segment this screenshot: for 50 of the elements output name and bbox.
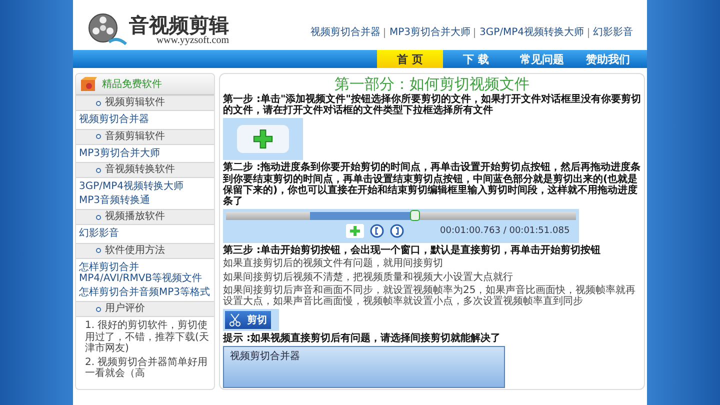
sidebar-link[interactable]: 3GP/MP4视频转换大师 <box>79 181 212 192</box>
bullet-icon <box>96 134 101 139</box>
nav-tab[interactable]: 首 页 <box>377 50 443 68</box>
step-instruction: 提示 :如果视频直接剪切后有问题，请选择间接剪切就能解决了 <box>223 333 502 344</box>
article-title: 第一部分：如何剪切视频文件 <box>334 75 530 93</box>
section-heading: 视频播放软件 <box>105 212 165 222</box>
section-heading: 音频剪辑软件 <box>105 132 165 142</box>
bullet-icon <box>96 168 101 172</box>
nav-tab[interactable]: 下 载 <box>443 50 509 68</box>
user-comment: 2. 视频剪切合并器简单好用一看就会（高 <box>84 356 209 380</box>
sidebar-link[interactable]: MP3剪切合并大师 <box>79 148 212 159</box>
section-heading: 软件使用方法 <box>105 246 165 256</box>
sidebar-title: 精品免费软件 <box>102 78 162 91</box>
sidebar-link[interactable]: 怎样剪切合并MP4/AVI/RMVB等视频文件 <box>79 262 212 284</box>
note-text: 如果间接剪切后声音和画面不同步，就设置视频帧率为25，如果声音比画面快，视频帧率就再设置大点，如果声音比画面慢，视频帧率就设置小点，多次设置视频帧率直到同步 <box>223 284 637 308</box>
dialog-title: 视频剪切合并器 <box>229 350 301 364</box>
nav-tab[interactable]: 赞助我们 <box>575 50 641 68</box>
step-instruction: 第一步 :单击"添加视频文件"按钮选择你所要剪切的文件，如果打开文件对话框里没有你要剪切的文件，请在打开文件对话框的文件类型下拉框选择所有文件 <box>223 94 641 116</box>
step-instruction: 第二步 :拖动进度条到你要开始剪切的时间点，再单击设置开始剪切点按钮，然后再拖动进度条到你要结束剪切的时间点，再单击设置结束剪切点按钮，中间蓝色部分就是剪切出来的(也就是保留下来的)，你也可以直接在开始和结束剪切编辑框里输入剪切时间段，这样就不用拖动进度条了 <box>223 162 641 208</box>
section-heading: 音视频转换软件 <box>105 165 175 175</box>
step-instruction: 第三步 :单击开始剪切按钮，会出现一个窗口，默认是直接剪切，再单击开始剪切按钮 <box>223 245 602 256</box>
note-text: 如果直接剪切后的视频文件有问题，就用间接剪切 <box>223 258 444 270</box>
sidebar-link[interactable]: MP3音频转换通 <box>79 194 212 206</box>
bracket-end-icon <box>390 224 404 238</box>
plus-icon <box>253 129 273 150</box>
header-link[interactable]: 幻影影音 <box>588 28 637 38</box>
note-text: 如果间接剪切后视频不清楚，把视频质量和视频大小设置大点就行 <box>223 272 514 283</box>
sidebar-link[interactable]: 怎样剪切合并音频MP3等格式 <box>79 286 212 298</box>
sidebar-link[interactable]: 幻影影音 <box>79 228 212 240</box>
header-link[interactable]: 视频剪切合并器 <box>306 28 384 38</box>
header-link[interactable]: MP3剪切合并大师 <box>384 28 474 38</box>
header-link[interactable]: 3GP/MP4视频转换大师 <box>474 28 588 38</box>
section-heading: 用户评价 <box>105 304 145 314</box>
user-comment: 1. 很好的剪切软件，剪切使用过了，不错，推荐下载(天津市网友) <box>84 320 210 354</box>
bracket-start-icon <box>370 224 384 238</box>
logo-url: www.yyzsoft.com <box>156 34 229 46</box>
bullet-icon <box>96 248 101 253</box>
bullet-icon <box>96 306 101 312</box>
logo-title: 音视频剪辑 <box>129 14 229 34</box>
section-heading: 视频剪辑软件 <box>105 98 165 108</box>
time-readout: 00:01:00.763 / 00:01:51.085 <box>440 226 570 236</box>
sidebar-link[interactable]: 视频剪切合并器 <box>79 114 212 126</box>
nav-tab[interactable]: 常见问题 <box>509 50 575 68</box>
cut-button[interactable]: 剪切 <box>225 311 271 330</box>
plus-icon <box>350 226 360 236</box>
film-reel-icon <box>87 12 127 48</box>
scissors-icon <box>229 313 241 328</box>
software-box-icon <box>80 76 98 92</box>
bullet-icon <box>96 214 101 220</box>
bullet-icon <box>96 100 101 106</box>
